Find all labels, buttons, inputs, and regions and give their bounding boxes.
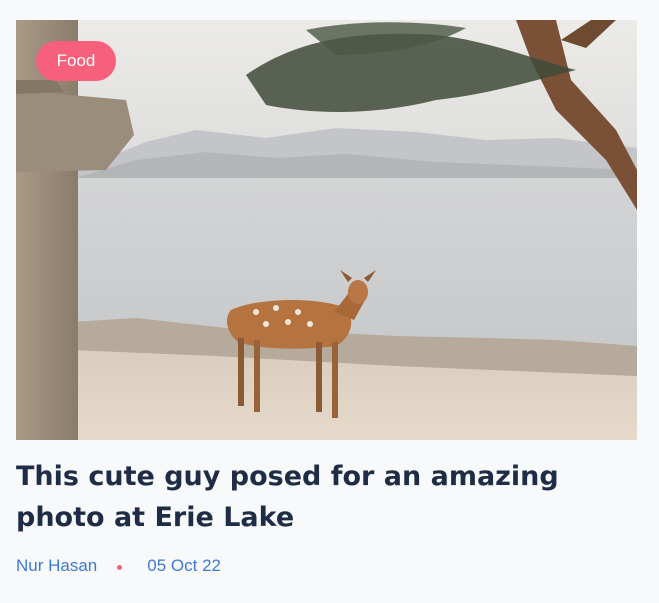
post-meta: Nur Hasan 05 Oct 22 [16, 554, 221, 578]
post-image[interactable] [16, 20, 637, 440]
dot-icon [117, 565, 123, 570]
category-badge[interactable]: Food [36, 41, 116, 81]
post-title[interactable]: This cute guy posed for an amazing photo… [16, 456, 626, 538]
post-card: Food This cute guy posed for an amazing … [0, 0, 659, 603]
post-date: 05 Oct 22 [147, 556, 221, 575]
deer-photo [16, 20, 637, 440]
author-link[interactable]: Nur Hasan [16, 554, 97, 578]
